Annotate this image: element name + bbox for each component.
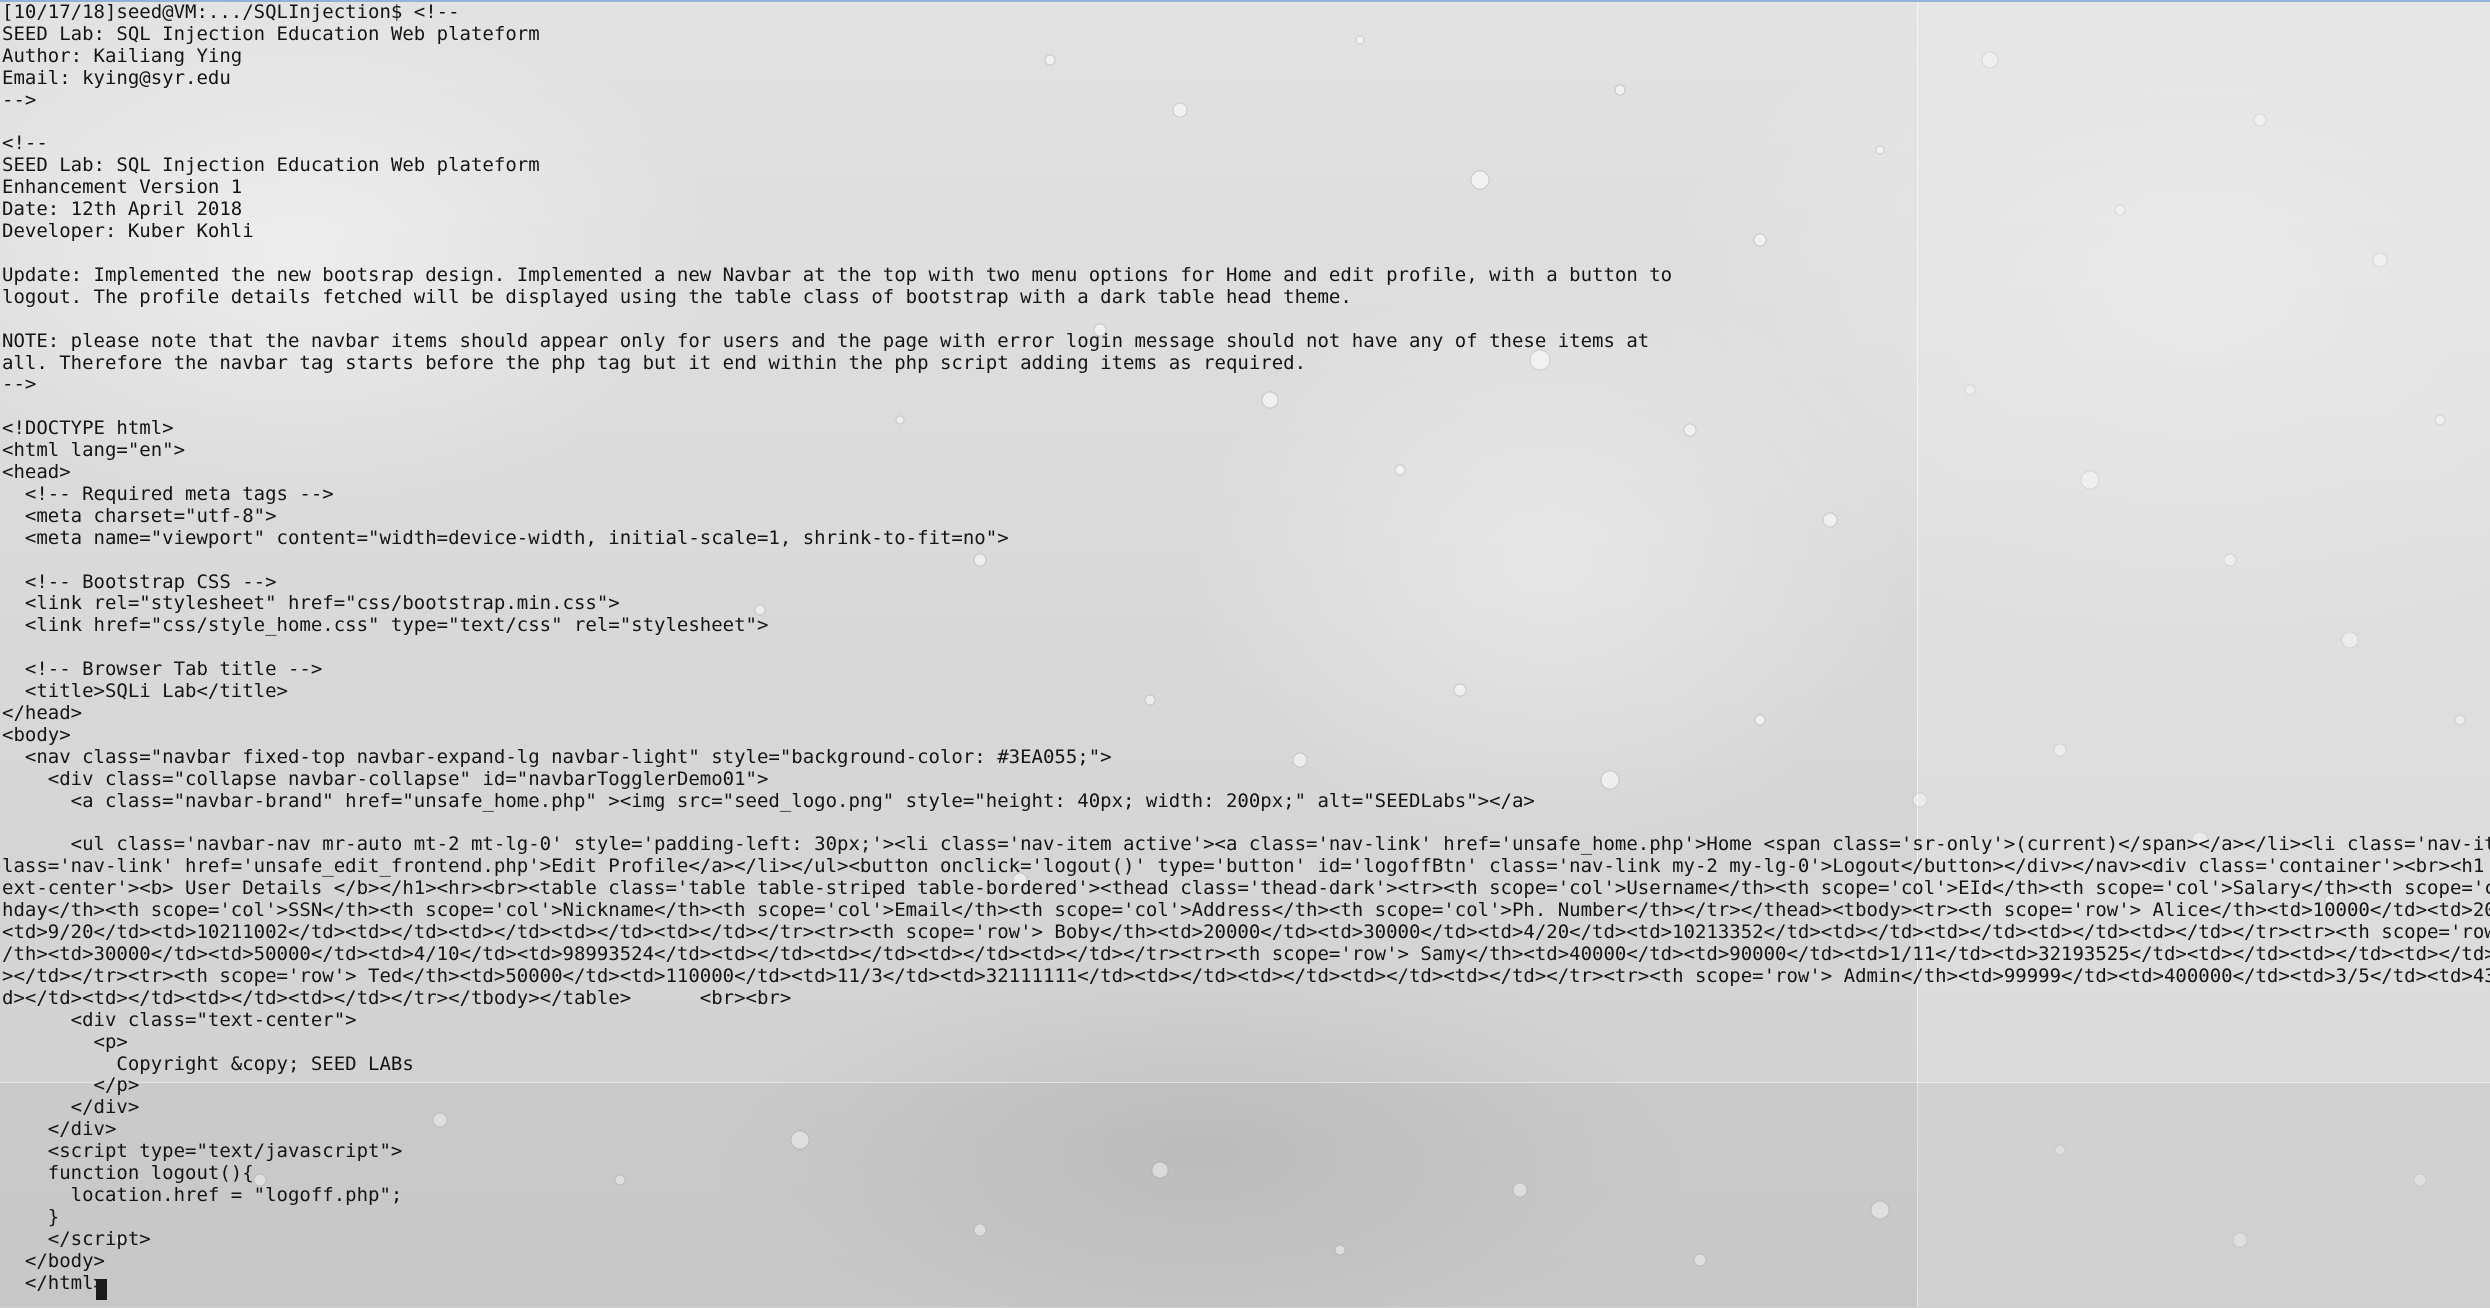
terminal-line: hday</th><th scope='col'>SSN</th><th sco… — [2, 899, 2490, 922]
terminal-line: --> — [2, 88, 37, 111]
terminal-line: lass='nav-link' href='unsafe_edit_fronte… — [2, 855, 2490, 878]
terminal-line: <meta name="viewport" content="width=dev… — [2, 526, 1009, 549]
terminal-line: <!-- — [2, 132, 48, 155]
terminal-line: </script> — [2, 1227, 151, 1250]
terminal-line: Author: Kailiang Ying — [2, 44, 243, 67]
terminal-line: <!DOCTYPE html> — [2, 417, 174, 440]
terminal-line: Update: Implemented the new bootsrap des… — [2, 263, 1673, 286]
terminal-line: <body> — [2, 723, 71, 746]
terminal-line: <meta charset="utf-8"> — [2, 504, 277, 527]
terminal-line: <!-- Browser Tab title --> — [2, 658, 323, 681]
terminal-line: NOTE: please note that the navbar items … — [2, 329, 1650, 352]
terminal-window[interactable]: [10/17/18]seed@VM:.../SQLInjection$ <!--… — [0, 2, 2490, 1302]
terminal-line: location.href = "logoff.php"; — [2, 1183, 403, 1206]
terminal-line: /th><td>30000</td><td>50000</td><td>4/10… — [2, 942, 2490, 965]
terminal-line: SEED Lab: SQL Injection Education Web pl… — [2, 154, 540, 177]
terminal-line: </head> — [2, 702, 83, 724]
terminal-line: d></td><td></td><td></td><td></td></tr><… — [2, 986, 792, 1009]
terminal-line: function logout(){ — [2, 1162, 254, 1185]
terminal-line: --> — [2, 373, 37, 396]
terminal-line: ></td></tr><tr><th scope='row'> Ted</th>… — [2, 964, 2490, 987]
terminal-line: <div class="collapse navbar-collapse" id… — [2, 767, 769, 790]
terminal-line: <head> — [2, 461, 71, 484]
terminal-line: <p> — [2, 1030, 128, 1053]
terminal-output[interactable]: [10/17/18]seed@VM:.../SQLInjection$ <!--… — [0, 2, 2490, 1294]
terminal-line: SEED Lab: SQL Injection Education Web pl… — [2, 22, 540, 45]
terminal-line: </p> — [2, 1074, 140, 1097]
terminal-line: <html lang="en"> — [2, 439, 186, 462]
terminal-line: [10/17/18]seed@VM:.../SQLInjection$ <!-- — [2, 2, 460, 23]
terminal-line: <link rel="stylesheet" href="css/bootstr… — [2, 592, 620, 615]
terminal-line: <!-- Bootstrap CSS --> — [2, 570, 277, 593]
terminal-line: <link href="css/style_home.css" type="te… — [2, 614, 769, 637]
terminal-line: <a class="navbar-brand" href="unsafe_hom… — [2, 789, 1535, 812]
terminal-line: </div> — [2, 1118, 117, 1141]
terminal-line: logout. The profile details fetched will… — [2, 285, 1352, 308]
terminal-line: <td>9/20</td><td>10211002</td><td></td><… — [2, 921, 2490, 944]
terminal-cursor — [96, 1279, 107, 1300]
terminal-line: </div> — [2, 1096, 140, 1119]
terminal-line: Copyright &copy; SEED LABs — [2, 1052, 414, 1075]
terminal-line: Email: kying@syr.edu — [2, 66, 231, 89]
terminal-line: Enhancement Version 1 — [2, 176, 243, 199]
terminal-line: Date: 12th April 2018 — [2, 198, 243, 221]
terminal-line: <ul class='navbar-nav mr-auto mt-2 mt-lg… — [2, 833, 2490, 856]
terminal-line: <nav class="navbar fixed-top navbar-expa… — [2, 745, 1112, 768]
terminal-line: all. Therefore the navbar tag starts bef… — [2, 351, 1307, 374]
terminal-line: <script type="text/javascript"> — [2, 1140, 403, 1163]
terminal-line: <title>SQLi Lab</title> — [2, 680, 288, 703]
terminal-line: Developer: Kuber Kohli — [2, 220, 254, 243]
terminal-line: <!-- Required meta tags --> — [2, 482, 334, 505]
terminal-line: <div class="text-center"> — [2, 1008, 357, 1031]
terminal-line: ext-center'><b> User Details </b></h1><h… — [2, 877, 2490, 900]
terminal-line: } — [2, 1205, 60, 1228]
terminal-line: </body> — [2, 1249, 105, 1272]
terminal-line: </html> — [2, 1271, 105, 1294]
